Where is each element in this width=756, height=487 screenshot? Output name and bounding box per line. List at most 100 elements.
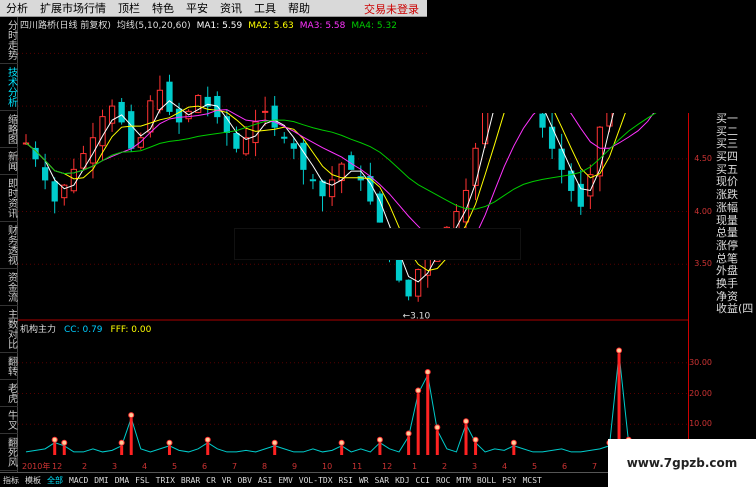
tab-cr[interactable]: CR	[203, 476, 219, 485]
sub-tick-1: 20.00	[689, 388, 712, 398]
candle-body	[319, 180, 326, 197]
signal-marker	[338, 439, 345, 446]
candle-body	[166, 81, 173, 112]
menu-item-6[interactable]: 工具	[248, 0, 282, 16]
tab-brar[interactable]: BRAR	[178, 476, 203, 485]
menu-item-3[interactable]: 特色	[146, 0, 180, 16]
left-vertical-toolbar: 分时走势技术分析缩略图新闻即时资讯财务透视资金流主数对比翻转老虎牛叉翻死风握镍	[0, 17, 18, 487]
indicator-name: 均线(5,10,20,60)	[116, 21, 191, 31]
tab-dmi[interactable]: DMI	[91, 476, 111, 485]
menu-item-1[interactable]: 扩展市场行情	[34, 0, 112, 16]
x-tick-label: 2010年	[22, 461, 50, 471]
candle-body	[42, 167, 49, 181]
tab-mtm[interactable]: MTM	[453, 476, 473, 485]
menu-item-4[interactable]: 平安	[180, 0, 214, 16]
menu-item-0[interactable]: 分析	[0, 0, 34, 16]
menu-item-7[interactable]: 帮助	[282, 0, 316, 16]
tab-kdj[interactable]: KDJ	[392, 476, 412, 485]
candle-body	[147, 100, 154, 133]
quote-label-15: 收益(四	[716, 303, 754, 316]
candle-body	[51, 181, 58, 202]
left-tool-2[interactable]: 缩略图	[0, 111, 18, 148]
signal-marker	[118, 439, 125, 446]
quote-label-14: 净资	[716, 290, 738, 303]
tab-dma[interactable]: DMA	[112, 476, 132, 485]
tab-roc[interactable]: ROC	[433, 476, 453, 485]
x-tick-label: 3	[112, 462, 117, 471]
top-menu-bar: 分析 扩展市场行情 顶栏 特色 平安 资讯 工具 帮助 交易未登录	[0, 0, 427, 17]
candle-body	[539, 113, 546, 128]
left-tool-0[interactable]: 分时走势	[0, 17, 18, 64]
tab-cci[interactable]: CCI	[413, 476, 433, 485]
left-tool-11[interactable]: 翻死风	[0, 434, 18, 471]
quote-label-13: 换手	[716, 277, 738, 290]
tab-macd[interactable]: MACD	[66, 476, 91, 485]
watermark: www.7gpzb.com	[608, 439, 756, 487]
login-status[interactable]: 交易未登录	[364, 1, 419, 17]
tab-fsl[interactable]: FSL	[132, 476, 152, 485]
candle-body	[99, 116, 106, 147]
signal-marker	[51, 436, 58, 443]
tab-wr[interactable]: WR	[356, 476, 372, 485]
blank-overlay	[427, 0, 756, 113]
tab-emv[interactable]: EMV	[275, 476, 295, 485]
x-tick-label: 4	[502, 462, 507, 471]
sub-tick-0: 30.00	[689, 357, 712, 367]
left-tool-10[interactable]: 牛叉	[0, 407, 18, 434]
tab-trix[interactable]: TRIX	[153, 476, 178, 485]
candle-body	[281, 136, 288, 139]
x-tick-label: 5	[532, 462, 537, 471]
signal-marker	[434, 424, 441, 431]
signal-marker	[405, 430, 412, 437]
tab-boll[interactable]: BOLL	[474, 476, 499, 485]
stock-title: 四川路桥(日线 前复权)	[20, 21, 111, 31]
tab-模板[interactable]: 模板	[22, 475, 44, 486]
main-chart-header: 四川路桥(日线 前复权) 均线(5,10,20,60) MA1: 5.59 MA2: …	[20, 18, 403, 31]
x-tick-label: 7	[592, 462, 597, 471]
signal-marker	[472, 436, 479, 443]
tab-指标[interactable]: 指标	[0, 475, 22, 486]
x-tick-label: 8	[262, 462, 267, 471]
left-tool-6[interactable]: 资金流	[0, 269, 18, 306]
candle-body	[290, 143, 297, 149]
sub-tick-2: 10.00	[689, 419, 712, 429]
quote-label-10: 涨停	[716, 239, 738, 252]
candle-body	[472, 147, 479, 186]
x-tick-label: 12	[52, 462, 62, 471]
tab-vr[interactable]: VR	[219, 476, 235, 485]
quote-label-7: 涨幅	[716, 201, 738, 214]
menu-item-5[interactable]: 资讯	[214, 0, 248, 16]
x-tick-label: 7	[232, 462, 237, 471]
tab-全部[interactable]: 全部	[44, 475, 66, 486]
candle-body	[271, 105, 278, 128]
redacted-region	[234, 228, 521, 260]
left-tool-9[interactable]: 老虎	[0, 380, 18, 407]
quote-label-11: 总笔	[716, 252, 738, 265]
tab-asi[interactable]: ASI	[255, 476, 275, 485]
candle-body	[137, 137, 144, 148]
left-tool-4[interactable]: 即时资讯	[0, 175, 18, 222]
left-tool-3[interactable]: 新闻	[0, 148, 18, 175]
candle-body	[462, 189, 470, 223]
left-tool-5[interactable]: 财务透视	[0, 222, 18, 269]
left-tool-7[interactable]: 主数对比	[0, 306, 18, 353]
x-tick-label: 6	[562, 462, 567, 471]
candle-body	[300, 142, 307, 170]
tab-obv[interactable]: OBV	[234, 476, 254, 485]
x-tick-label: 5	[172, 462, 177, 471]
signal-marker	[204, 436, 211, 443]
ma2-value: MA2: 5.63	[248, 21, 294, 31]
menu-item-2[interactable]: 顶栏	[112, 0, 146, 16]
left-tool-8[interactable]: 翻转	[0, 353, 18, 380]
tab-rsi[interactable]: RSI	[336, 476, 356, 485]
tab-vol-tdx[interactable]: VOL-TDX	[296, 476, 336, 485]
tab-mcst[interactable]: MCST	[520, 476, 545, 485]
price-tick-4: 3.50	[694, 259, 712, 269]
quote-label-4: 买五	[716, 163, 738, 176]
left-tool-1[interactable]: 技术分析	[0, 64, 18, 111]
signal-marker	[61, 439, 68, 446]
signal-marker	[128, 412, 135, 419]
tab-psy[interactable]: PSY	[499, 476, 519, 485]
ma3-value: MA3: 5.58	[299, 21, 346, 31]
tab-sar[interactable]: SAR	[372, 476, 392, 485]
